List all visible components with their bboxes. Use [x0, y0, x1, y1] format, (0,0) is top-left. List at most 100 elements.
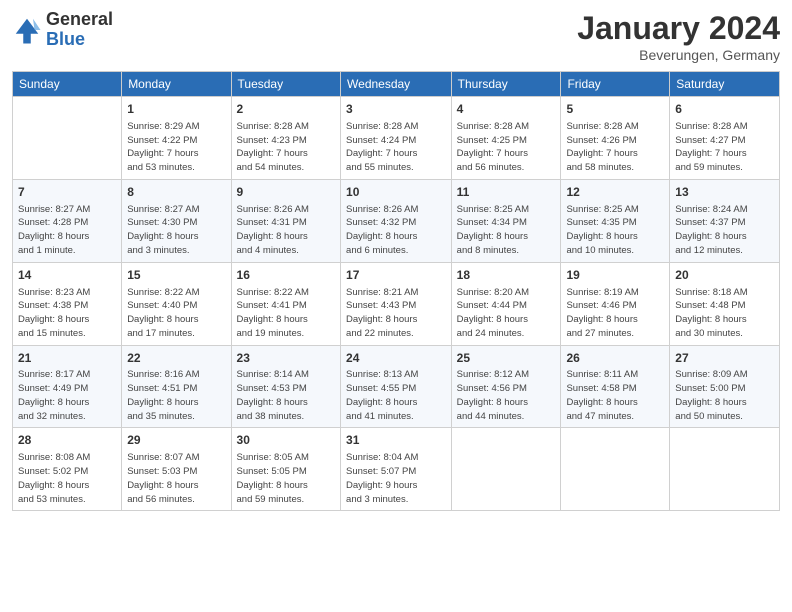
- calendar-cell: 10Sunrise: 8:26 AM Sunset: 4:32 PM Dayli…: [341, 179, 452, 262]
- day-number: 3: [346, 101, 446, 118]
- day-info: Sunrise: 8:13 AM Sunset: 4:55 PM Dayligh…: [346, 368, 446, 423]
- calendar-cell: [561, 428, 670, 511]
- calendar-cell: 2 Sunrise: 8:28 AM Sunset: 4:23 PM Daylig…: [231, 97, 341, 180]
- day-number: 15: [127, 267, 225, 284]
- calendar-cell: 11Sunrise: 8:25 AM Sunset: 4:34 PM Dayli…: [451, 179, 561, 262]
- day-number: 27: [675, 350, 774, 367]
- calendar-cell: 7Sunrise: 8:27 AM Sunset: 4:28 PM Daylig…: [13, 179, 122, 262]
- day-number: 18: [457, 267, 556, 284]
- calendar-week-3: 14 Sunrise: 8:23 AM Sunset: 4:38 PM Dayli…: [13, 262, 780, 345]
- day-number: 17: [346, 267, 446, 284]
- calendar-cell: 26Sunrise: 8:11 AM Sunset: 4:58 PM Dayli…: [561, 345, 670, 428]
- day-info: Sunrise: 8:11 AM Sunset: 4:58 PM Dayligh…: [566, 368, 664, 423]
- day-number: 13: [675, 184, 774, 201]
- calendar-cell: 17 Sunrise: 8:21 AM Sunset: 4:43 PM Dayli…: [341, 262, 452, 345]
- calendar-cell: 5Sunrise: 8:28 AM Sunset: 4:26 PM Daylig…: [561, 97, 670, 180]
- logo-text: General Blue: [46, 10, 113, 50]
- day-info: Sunrise: 8:22 AM Sunset: 4:41 PM Dayligh…: [237, 286, 336, 341]
- day-info: Sunrise: 8:24 AM Sunset: 4:37 PM Dayligh…: [675, 203, 774, 258]
- calendar-cell: 6Sunrise: 8:28 AM Sunset: 4:27 PM Daylig…: [670, 97, 780, 180]
- day-info: Sunrise: 8:14 AM Sunset: 4:53 PM Dayligh…: [237, 368, 336, 423]
- month-title: January 2024: [577, 10, 780, 47]
- day-number: 5: [566, 101, 664, 118]
- day-number: 9: [237, 184, 336, 201]
- day-info: Sunrise: 8:25 AM Sunset: 4:35 PM Dayligh…: [566, 203, 664, 258]
- day-info: Sunrise: 8:19 AM Sunset: 4:46 PM Dayligh…: [566, 286, 664, 341]
- day-number: 31: [346, 432, 446, 449]
- day-number: 16: [237, 267, 336, 284]
- day-number: 19: [566, 267, 664, 284]
- calendar-week-4: 21Sunrise: 8:17 AM Sunset: 4:49 PM Dayli…: [13, 345, 780, 428]
- day-info: Sunrise: 8:12 AM Sunset: 4:56 PM Dayligh…: [457, 368, 556, 423]
- col-thursday: Thursday: [451, 72, 561, 97]
- calendar-cell: 12Sunrise: 8:25 AM Sunset: 4:35 PM Dayli…: [561, 179, 670, 262]
- col-wednesday: Wednesday: [341, 72, 452, 97]
- location: Beverungen, Germany: [577, 47, 780, 63]
- page-container: General Blue January 2024 Beverungen, Ge…: [0, 0, 792, 521]
- day-info: Sunrise: 8:26 AM Sunset: 4:32 PM Dayligh…: [346, 203, 446, 258]
- calendar-cell: 14 Sunrise: 8:23 AM Sunset: 4:38 PM Dayli…: [13, 262, 122, 345]
- day-number: 22: [127, 350, 225, 367]
- day-number: 25: [457, 350, 556, 367]
- day-number: 14: [18, 267, 116, 284]
- day-info: Sunrise: 8:22 AM Sunset: 4:40 PM Dayligh…: [127, 286, 225, 341]
- logo-blue-text: Blue: [46, 30, 113, 50]
- day-number: 4: [457, 101, 556, 118]
- col-friday: Friday: [561, 72, 670, 97]
- title-block: January 2024 Beverungen, Germany: [577, 10, 780, 63]
- day-info: Sunrise: 8:18 AM Sunset: 4:48 PM Dayligh…: [675, 286, 774, 341]
- calendar-cell: 15 Sunrise: 8:22 AM Sunset: 4:40 PM Dayli…: [122, 262, 231, 345]
- day-number: 21: [18, 350, 116, 367]
- calendar-cell: 24Sunrise: 8:13 AM Sunset: 4:55 PM Dayli…: [341, 345, 452, 428]
- logo-icon: [12, 15, 42, 45]
- calendar-cell: 16 Sunrise: 8:22 AM Sunset: 4:41 PM Dayli…: [231, 262, 341, 345]
- calendar-cell: [13, 97, 122, 180]
- calendar-cell: 31 Sunrise: 8:04 AM Sunset: 5:07 PM Dayli…: [341, 428, 452, 511]
- day-number: 30: [237, 432, 336, 449]
- calendar-cell: 13 Sunrise: 8:24 AM Sunset: 4:37 PM Dayli…: [670, 179, 780, 262]
- day-number: 2: [237, 101, 336, 118]
- day-info: Sunrise: 8:04 AM Sunset: 5:07 PM Dayligh…: [346, 451, 446, 506]
- day-info: Sunrise: 8:26 AM Sunset: 4:31 PM Dayligh…: [237, 203, 336, 258]
- calendar-cell: 1 Sunrise: 8:29 AM Sunset: 4:22 PM Daylig…: [122, 97, 231, 180]
- col-saturday: Saturday: [670, 72, 780, 97]
- header-row: Sunday Monday Tuesday Wednesday Thursday…: [13, 72, 780, 97]
- col-monday: Monday: [122, 72, 231, 97]
- day-info: Sunrise: 8:16 AM Sunset: 4:51 PM Dayligh…: [127, 368, 225, 423]
- day-info: Sunrise: 8:05 AM Sunset: 5:05 PM Dayligh…: [237, 451, 336, 506]
- calendar-cell: 8Sunrise: 8:27 AM Sunset: 4:30 PM Daylig…: [122, 179, 231, 262]
- calendar-cell: 4 Sunrise: 8:28 AM Sunset: 4:25 PM Daylig…: [451, 97, 561, 180]
- day-info: Sunrise: 8:25 AM Sunset: 4:34 PM Dayligh…: [457, 203, 556, 258]
- day-number: 20: [675, 267, 774, 284]
- calendar-week-2: 7Sunrise: 8:27 AM Sunset: 4:28 PM Daylig…: [13, 179, 780, 262]
- logo-general-text: General: [46, 10, 113, 30]
- day-number: 29: [127, 432, 225, 449]
- day-info: Sunrise: 8:28 AM Sunset: 4:27 PM Dayligh…: [675, 120, 774, 175]
- day-info: Sunrise: 8:28 AM Sunset: 4:25 PM Dayligh…: [457, 120, 556, 175]
- calendar-cell: 19 Sunrise: 8:19 AM Sunset: 4:46 PM Dayli…: [561, 262, 670, 345]
- calendar-cell: 3Sunrise: 8:28 AM Sunset: 4:24 PM Daylig…: [341, 97, 452, 180]
- calendar-cell: 9 Sunrise: 8:26 AM Sunset: 4:31 PM Daylig…: [231, 179, 341, 262]
- calendar-cell: 29 Sunrise: 8:07 AM Sunset: 5:03 PM Dayli…: [122, 428, 231, 511]
- day-info: Sunrise: 8:08 AM Sunset: 5:02 PM Dayligh…: [18, 451, 116, 506]
- calendar-cell: [451, 428, 561, 511]
- col-tuesday: Tuesday: [231, 72, 341, 97]
- calendar-table: Sunday Monday Tuesday Wednesday Thursday…: [12, 71, 780, 511]
- day-info: Sunrise: 8:09 AM Sunset: 5:00 PM Dayligh…: [675, 368, 774, 423]
- calendar-cell: 23Sunrise: 8:14 AM Sunset: 4:53 PM Dayli…: [231, 345, 341, 428]
- col-sunday: Sunday: [13, 72, 122, 97]
- day-number: 1: [127, 101, 225, 118]
- day-info: Sunrise: 8:21 AM Sunset: 4:43 PM Dayligh…: [346, 286, 446, 341]
- day-info: Sunrise: 8:28 AM Sunset: 4:23 PM Dayligh…: [237, 120, 336, 175]
- calendar-cell: 18 Sunrise: 8:20 AM Sunset: 4:44 PM Dayli…: [451, 262, 561, 345]
- day-info: Sunrise: 8:07 AM Sunset: 5:03 PM Dayligh…: [127, 451, 225, 506]
- calendar-cell: 20 Sunrise: 8:18 AM Sunset: 4:48 PM Dayli…: [670, 262, 780, 345]
- day-info: Sunrise: 8:29 AM Sunset: 4:22 PM Dayligh…: [127, 120, 225, 175]
- calendar-cell: 27Sunrise: 8:09 AM Sunset: 5:00 PM Dayli…: [670, 345, 780, 428]
- day-number: 26: [566, 350, 664, 367]
- calendar-cell: 21Sunrise: 8:17 AM Sunset: 4:49 PM Dayli…: [13, 345, 122, 428]
- day-info: Sunrise: 8:20 AM Sunset: 4:44 PM Dayligh…: [457, 286, 556, 341]
- day-info: Sunrise: 8:23 AM Sunset: 4:38 PM Dayligh…: [18, 286, 116, 341]
- calendar-week-1: 1 Sunrise: 8:29 AM Sunset: 4:22 PM Daylig…: [13, 97, 780, 180]
- calendar-week-5: 28Sunrise: 8:08 AM Sunset: 5:02 PM Dayli…: [13, 428, 780, 511]
